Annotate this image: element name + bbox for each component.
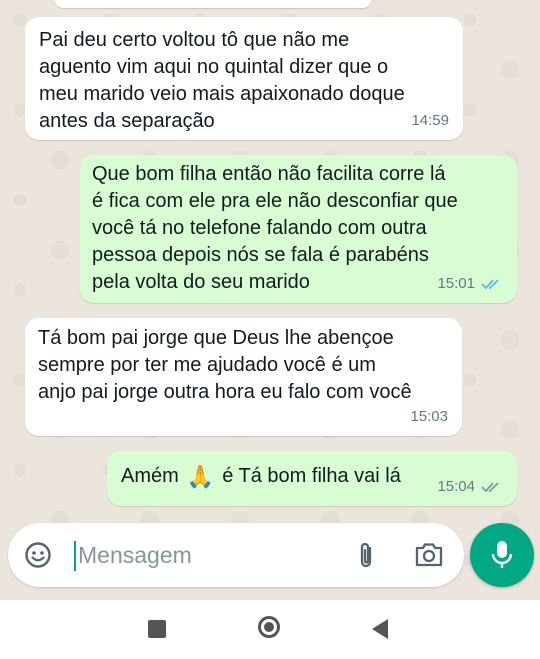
double-check-delivered-icon [481, 481, 499, 492]
message-text: Amém [121, 465, 179, 487]
message-line: Pai deu certo voltou tô que não me [39, 29, 350, 51]
message-line: pela volta do seu marido [92, 271, 310, 293]
message-line: é fica com ele pra ele não desconfiar qu… [92, 190, 458, 212]
microphone-icon [491, 541, 513, 568]
circle-home-icon[interactable] [258, 616, 280, 638]
message-time: 15:03 [410, 408, 448, 425]
message-line: anjo pai jorge outra hora eu falo com vo… [38, 381, 412, 403]
message-text: é Tá bom filha vai lá [222, 465, 401, 487]
triangle-back-icon[interactable] [372, 619, 388, 639]
message-line: pessoa depois nós se fala é parabéns [92, 244, 429, 266]
message-line: meu marido veio mais apaixonado doque [39, 83, 405, 105]
system-navigation-bar [0, 600, 540, 659]
sticker-smile-icon[interactable] [24, 541, 52, 569]
message-line: você tá no telefone falando com outra [92, 217, 427, 239]
message-bubble-incoming[interactable]: Pai deu certo voltou tô que não me aguen… [25, 17, 463, 140]
message-time: 15:04 [437, 478, 475, 495]
square-icon[interactable] [148, 620, 166, 638]
message-line: sempre por ter me ajudado você é um [38, 354, 376, 376]
paperclip-icon[interactable] [354, 541, 378, 571]
previous-message-edge [55, 0, 371, 8]
message-bubble-outgoing[interactable]: Que bom filha então não facilita corre l… [80, 155, 517, 303]
camera-icon[interactable] [414, 542, 444, 568]
message-input[interactable]: Mensagem [78, 537, 192, 573]
double-check-read-icon [481, 278, 499, 289]
message-line: aguento vim aqui no quintal dizer que o [39, 56, 389, 78]
message-time: 14:59 [411, 112, 449, 129]
message-time: 15:01 [437, 275, 475, 292]
text-cursor [74, 541, 76, 571]
message-composer[interactable]: Mensagem [8, 523, 464, 587]
message-bubble-incoming[interactable]: Tá bom pai jorge que Deus lhe abençoe se… [25, 318, 462, 436]
message-bubble-outgoing[interactable]: Amém 🙏 é Tá bom filha vai lá 15:04 [107, 451, 517, 506]
message-line: Que bom filha então não facilita corre l… [92, 163, 446, 185]
microphone-button[interactable] [470, 523, 534, 587]
message-line: Tá bom pai jorge que Deus lhe abençoe [38, 327, 394, 349]
praying-hands-emoji-icon: 🙏 [186, 464, 215, 489]
message-line: antes da separação [39, 110, 215, 132]
